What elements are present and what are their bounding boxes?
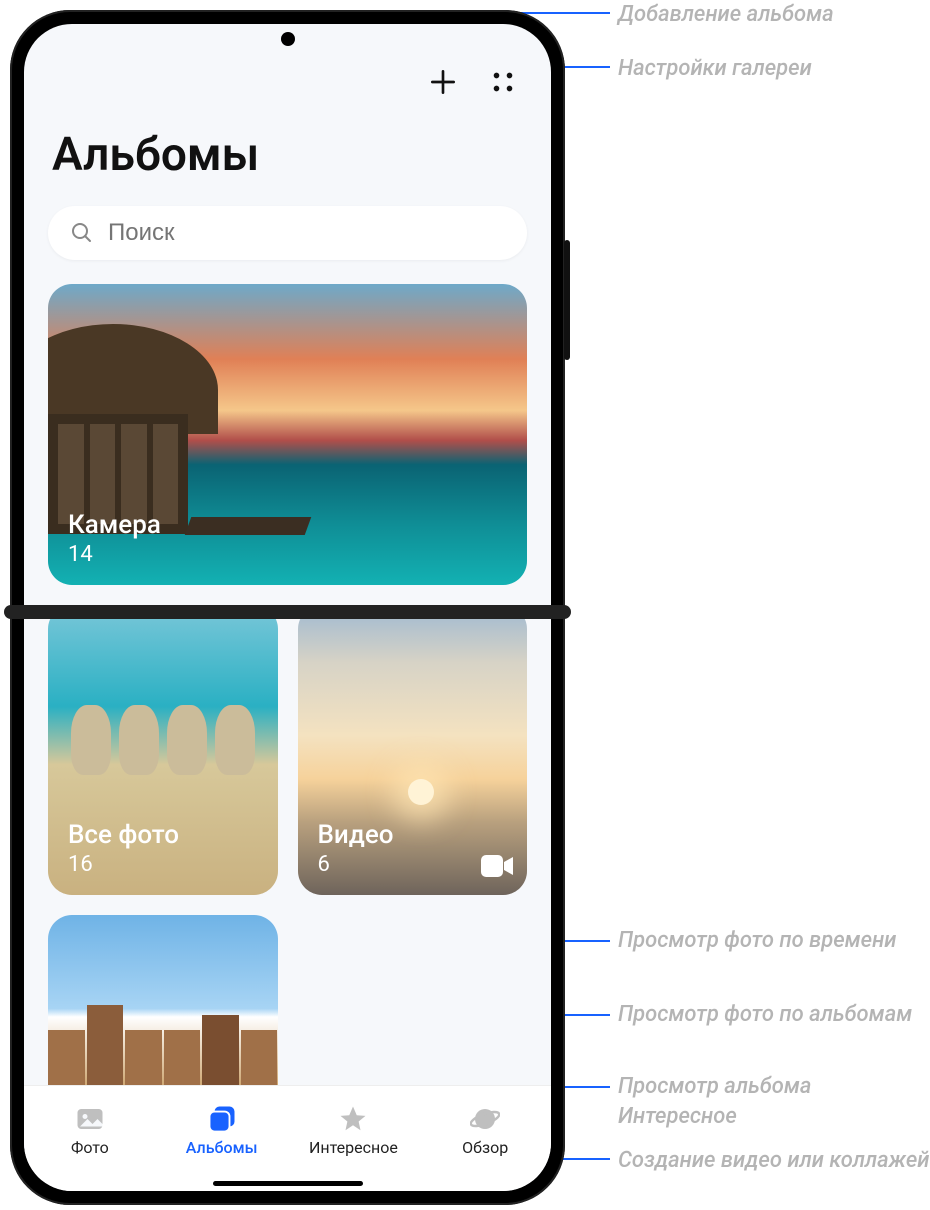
album-name: Все фото bbox=[68, 820, 179, 850]
callout-highlights: Просмотр альбома Интересное bbox=[618, 1072, 930, 1131]
search-bar[interactable] bbox=[48, 206, 527, 260]
album-count: 14 bbox=[68, 542, 161, 567]
video-icon bbox=[481, 855, 513, 877]
nav-label: Интересное bbox=[309, 1138, 398, 1157]
gesture-bar bbox=[24, 1175, 551, 1191]
nav-label: Альбомы bbox=[186, 1138, 258, 1157]
nav-photos[interactable]: Фото bbox=[24, 1104, 156, 1157]
page-title: Альбомы bbox=[52, 128, 523, 182]
fold-hinge bbox=[4, 605, 571, 619]
album-camera[interactable]: Камера 14 bbox=[48, 284, 527, 585]
album-count: 16 bbox=[68, 852, 179, 877]
nav-albums[interactable]: Альбомы bbox=[156, 1104, 288, 1157]
album-name: Видео bbox=[318, 820, 394, 850]
nav-label: Обзор bbox=[462, 1138, 508, 1157]
settings-button[interactable] bbox=[483, 62, 523, 102]
plus-icon bbox=[427, 66, 459, 98]
callout-by-time: Просмотр фото по времени bbox=[618, 926, 897, 956]
callout-by-albums: Просмотр фото по альбомам bbox=[618, 1000, 912, 1030]
four-dots-icon bbox=[490, 69, 516, 95]
search-icon bbox=[70, 221, 94, 245]
bottom-nav: Фото Альбомы Интересное bbox=[24, 1085, 551, 1175]
album-label: Видео 6 bbox=[318, 820, 394, 877]
callout-discover: Создание видео или коллажей bbox=[618, 1146, 929, 1176]
album-all-photos[interactable]: Все фото 16 bbox=[48, 605, 278, 895]
side-button bbox=[564, 240, 570, 360]
album-partial[interactable] bbox=[48, 915, 278, 1085]
callout-add-album: Добавление альбома bbox=[618, 0, 834, 30]
star-icon bbox=[338, 1104, 368, 1134]
nav-highlights[interactable]: Интересное bbox=[288, 1104, 420, 1157]
album-name: Камера bbox=[68, 510, 161, 540]
nav-label: Фото bbox=[71, 1138, 109, 1157]
albums-icon bbox=[207, 1104, 237, 1134]
phone-frame: Альбомы Камера 14 bbox=[10, 10, 565, 1205]
callout-settings: Настройки галереи bbox=[618, 54, 812, 84]
photos-icon bbox=[75, 1104, 105, 1134]
album-video[interactable]: Видео 6 bbox=[298, 605, 528, 895]
album-label: Камера 14 bbox=[68, 510, 161, 567]
planet-icon bbox=[470, 1104, 500, 1134]
add-album-button[interactable] bbox=[423, 62, 463, 102]
album-label: Все фото 16 bbox=[68, 820, 179, 877]
nav-discover[interactable]: Обзор bbox=[419, 1104, 551, 1157]
front-camera bbox=[281, 32, 295, 46]
album-count: 6 bbox=[318, 852, 394, 877]
search-input[interactable] bbox=[108, 219, 505, 247]
